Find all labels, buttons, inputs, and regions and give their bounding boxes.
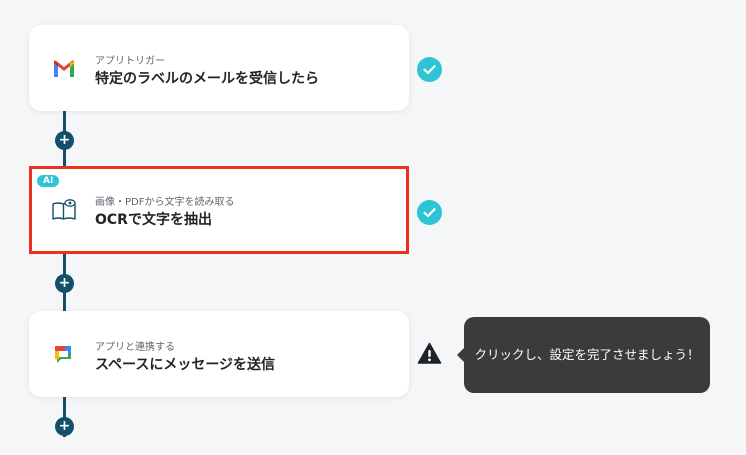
flow-step-trigger[interactable]: アプリトリガー 特定のラベルのメールを受信したら bbox=[29, 25, 409, 111]
add-step-button[interactable]: + bbox=[55, 274, 74, 293]
check-icon bbox=[417, 200, 442, 225]
ai-badge: AI bbox=[37, 175, 60, 187]
warning-icon bbox=[417, 341, 442, 366]
google-chat-icon bbox=[51, 342, 77, 368]
step-subtitle: 画像・PDFから文字を読み取る bbox=[95, 197, 235, 208]
step-subtitle: アプリと連携する bbox=[95, 342, 175, 353]
ocr-book-icon bbox=[51, 197, 77, 223]
check-icon bbox=[417, 57, 442, 82]
flow-step-ocr[interactable]: AI 画像・PDFから文字を読み取る OCRで文字を抽出 bbox=[29, 166, 409, 254]
setup-tooltip: クリックし、設定を完了させましょう！ bbox=[457, 317, 710, 393]
add-step-button[interactable]: + bbox=[55, 417, 74, 436]
flow-step-google-chat[interactable]: アプリと連携する スペースにメッセージを送信 bbox=[29, 311, 409, 397]
gmail-icon bbox=[51, 56, 77, 82]
add-step-button[interactable]: + bbox=[55, 131, 74, 150]
step-title: スペースにメッセージを送信 bbox=[95, 357, 276, 373]
step-subtitle: アプリトリガー bbox=[95, 56, 165, 67]
step-title: OCRで文字を抽出 bbox=[95, 212, 212, 228]
step-title: 特定のラベルのメールを受信したら bbox=[95, 71, 319, 87]
